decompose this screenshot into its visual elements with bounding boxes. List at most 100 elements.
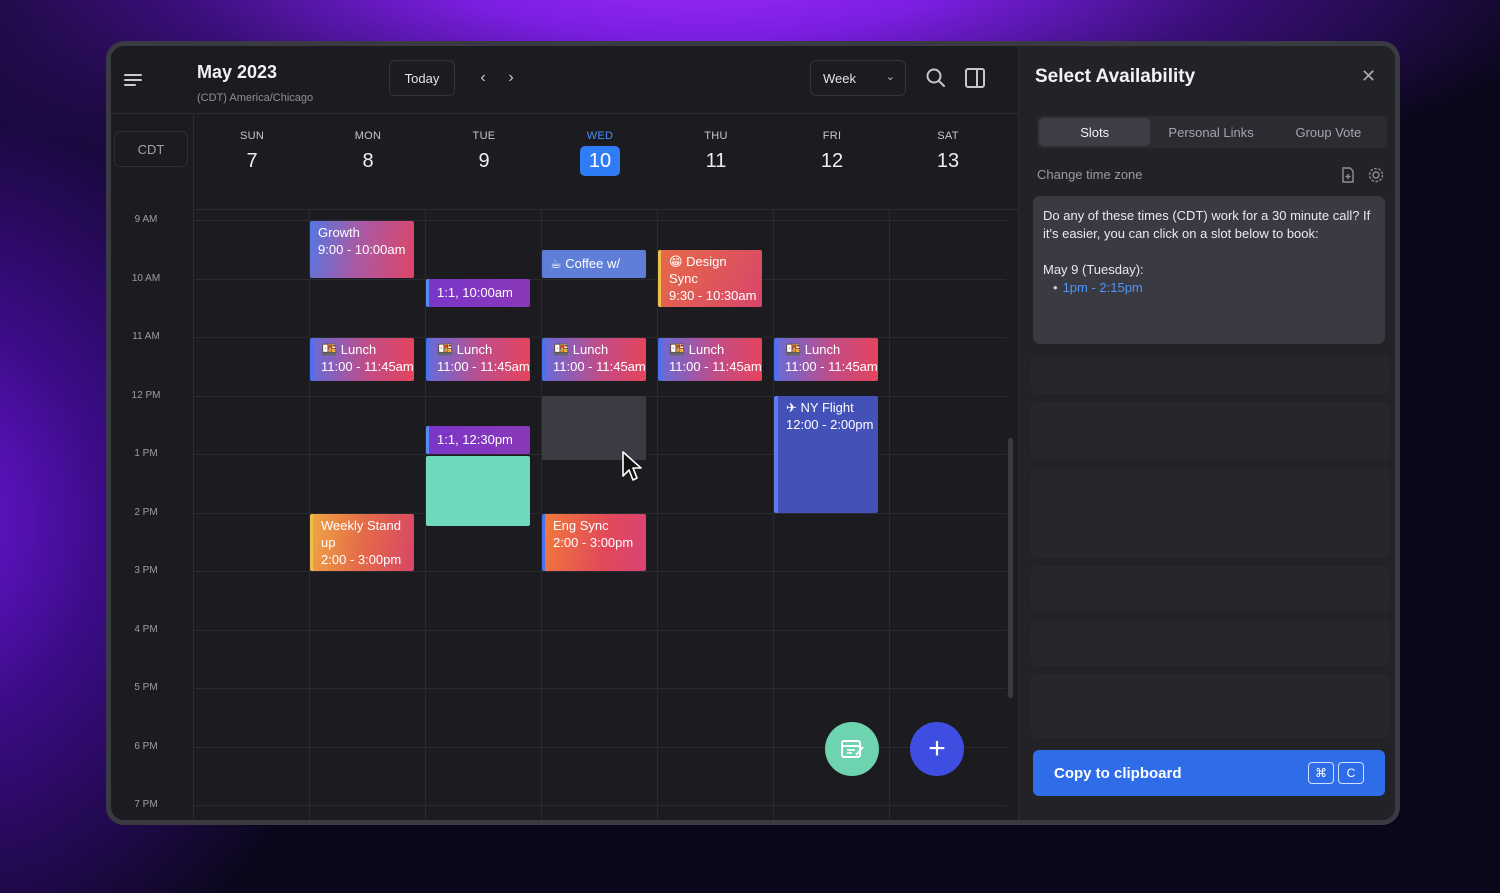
available-slot[interactable] <box>426 456 530 526</box>
event-one-on-one-tue-am[interactable]: 1:1, 10:00am <box>426 279 530 307</box>
day-name: THU <box>704 130 728 142</box>
panel-tabs: Slots Personal Links Group Vote <box>1037 116 1387 148</box>
panel-title: Select Availability <box>1035 66 1196 87</box>
day-number: 8 <box>362 150 374 172</box>
day-number: 10 <box>580 146 620 176</box>
event-time: 11:00 - 11:45am <box>437 359 530 374</box>
day-header-sat[interactable]: SAT 13 <box>890 130 1006 176</box>
gear-icon[interactable] <box>1367 166 1385 184</box>
day-name: TUE <box>472 130 496 142</box>
chevron-right-icon[interactable]: › <box>501 68 521 88</box>
event-eng-sync[interactable]: Eng Sync 2:00 - 3:00pm <box>542 514 646 571</box>
event-lunch-tue[interactable]: 🍱 Lunch 11:00 - 11:45am <box>426 338 530 381</box>
event-time: 11:00 - 11:45am <box>553 359 646 374</box>
day-header-thu[interactable]: THU 11 <box>658 130 774 176</box>
availability-message[interactable]: Do any of these times (CDT) work for a 3… <box>1033 196 1385 344</box>
placeholder-block <box>1031 674 1389 738</box>
search-icon[interactable] <box>924 66 948 90</box>
placeholder-block <box>1031 468 1389 558</box>
day-number: 7 <box>246 150 258 172</box>
event-ny-flight[interactable]: ✈ NY Flight 12:00 - 2:00pm <box>774 396 878 513</box>
file-add-icon[interactable] <box>1339 166 1357 184</box>
event-one-on-one-tue-pm[interactable]: 1:1, 12:30pm <box>426 426 530 454</box>
event-title: Weekly Stand <box>321 518 401 533</box>
event-time: 9:30 - 10:30am <box>669 288 757 303</box>
timezone-label[interactable]: CDT <box>114 131 188 167</box>
day-name: SUN <box>239 130 265 142</box>
event-time: 11:00 - 11:45am <box>669 359 762 374</box>
today-button[interactable]: Today <box>389 60 455 96</box>
day-gridline <box>773 210 774 820</box>
event-time: 9:00 - 10:00am <box>318 242 406 257</box>
event-title: 1:1, 12:30pm <box>437 432 513 447</box>
event-time: 2:00 - 3:00pm <box>553 535 634 550</box>
sidebar-toggle-icon[interactable] <box>963 66 987 90</box>
mouse-cursor-icon <box>622 451 642 481</box>
header-divider <box>111 113 1018 114</box>
day-header-tue[interactable]: TUE 9 <box>426 130 542 176</box>
message-date: May 9 (Tuesday): <box>1043 262 1144 277</box>
hour-label: 3 PM <box>134 565 158 576</box>
event-title: 😁 Design <box>669 254 727 269</box>
calendar-pane: May 2023 (CDT) America/Chicago Today ‹ ›… <box>111 46 1018 820</box>
hour-label: 7 PM <box>134 799 158 810</box>
availability-panel: Select Availability ✕ Slots Personal Lin… <box>1018 46 1395 820</box>
menu-icon[interactable] <box>124 74 142 88</box>
add-event-button[interactable]: + <box>910 722 964 776</box>
day-name: WED <box>586 130 614 142</box>
day-header-fri[interactable]: FRI 12 <box>774 130 890 176</box>
event-lunch-wed[interactable]: 🍱 Lunch 11:00 - 11:45am <box>542 338 646 381</box>
change-timezone-link[interactable]: Change time zone <box>1037 167 1143 182</box>
event-title: ☕ Coffee w/ <box>550 256 620 271</box>
chevron-left-icon[interactable]: ‹ <box>473 68 493 88</box>
day-name: FRI <box>822 130 842 142</box>
hour-label: 9 AM <box>134 214 158 225</box>
tab-group-vote[interactable]: Group Vote <box>1270 116 1387 148</box>
day-header-divider <box>193 209 1018 210</box>
placeholder-block <box>1031 620 1389 666</box>
event-title-cont: Sync <box>669 271 698 286</box>
hour-label: 4 PM <box>134 624 158 635</box>
day-header-wed[interactable]: WED 10 <box>542 130 658 176</box>
app-window: May 2023 (CDT) America/Chicago Today ‹ ›… <box>106 41 1400 825</box>
hour-gridline <box>193 571 1006 572</box>
plus-icon: + <box>928 732 946 765</box>
event-lunch-mon[interactable]: 🍱 Lunch 11:00 - 11:45am <box>310 338 414 381</box>
hour-label: 10 AM <box>131 273 161 284</box>
month-title: May 2023 <box>197 62 278 82</box>
event-time: 11:00 - 11:45am <box>321 359 414 374</box>
event-title: 1:1, 10:00am <box>437 285 513 300</box>
event-title: 🍱 Lunch <box>553 342 609 357</box>
day-header-sun[interactable]: SUN 7 <box>194 130 310 176</box>
event-weekly-standup[interactable]: Weekly Stand up 2:00 - 3:00pm <box>310 514 414 571</box>
event-time: 2:00 - 3:00pm <box>321 552 402 567</box>
event-design-sync[interactable]: 😁 Design Sync 9:30 - 10:30am <box>658 250 762 307</box>
tab-personal-links[interactable]: Personal Links <box>1152 116 1269 148</box>
message-slot-link[interactable]: 1pm - 2:15pm <box>1053 279 1375 297</box>
hour-label: 2 PM <box>134 507 158 518</box>
day-name: MON <box>354 130 382 142</box>
copy-button-label: Copy to clipboard <box>1054 764 1182 782</box>
placeholder-block <box>1031 566 1389 612</box>
day-gridline <box>889 210 890 820</box>
day-header-mon[interactable]: MON 8 <box>310 130 426 176</box>
event-lunch-thu[interactable]: 🍱 Lunch 11:00 - 11:45am <box>658 338 762 381</box>
schedule-button[interactable] <box>825 722 879 776</box>
event-coffee[interactable]: ☕ Coffee w/ <box>542 250 646 278</box>
event-title: 🍱 Lunch <box>785 342 841 357</box>
c-key-badge: C <box>1338 762 1364 784</box>
hour-label: 6 PM <box>134 741 158 752</box>
calendar-scrollbar[interactable] <box>1008 438 1013 698</box>
close-icon[interactable]: ✕ <box>1361 67 1377 85</box>
event-title-cont: up <box>321 535 336 550</box>
hour-gridline <box>193 630 1006 631</box>
event-growth[interactable]: Growth 9:00 - 10:00am <box>310 221 414 278</box>
chevron-down-icon: ⌄ <box>885 71 895 83</box>
hour-label: 5 PM <box>134 682 158 693</box>
event-title: 🍱 Lunch <box>669 342 725 357</box>
view-select[interactable]: Week ⌄ <box>810 60 906 96</box>
hour-gridline <box>193 805 1006 806</box>
tab-slots[interactable]: Slots <box>1039 118 1151 146</box>
event-lunch-fri[interactable]: 🍱 Lunch 11:00 - 11:45am <box>774 338 878 381</box>
copy-to-clipboard-button[interactable]: Copy to clipboard ⌘ C <box>1033 750 1385 796</box>
